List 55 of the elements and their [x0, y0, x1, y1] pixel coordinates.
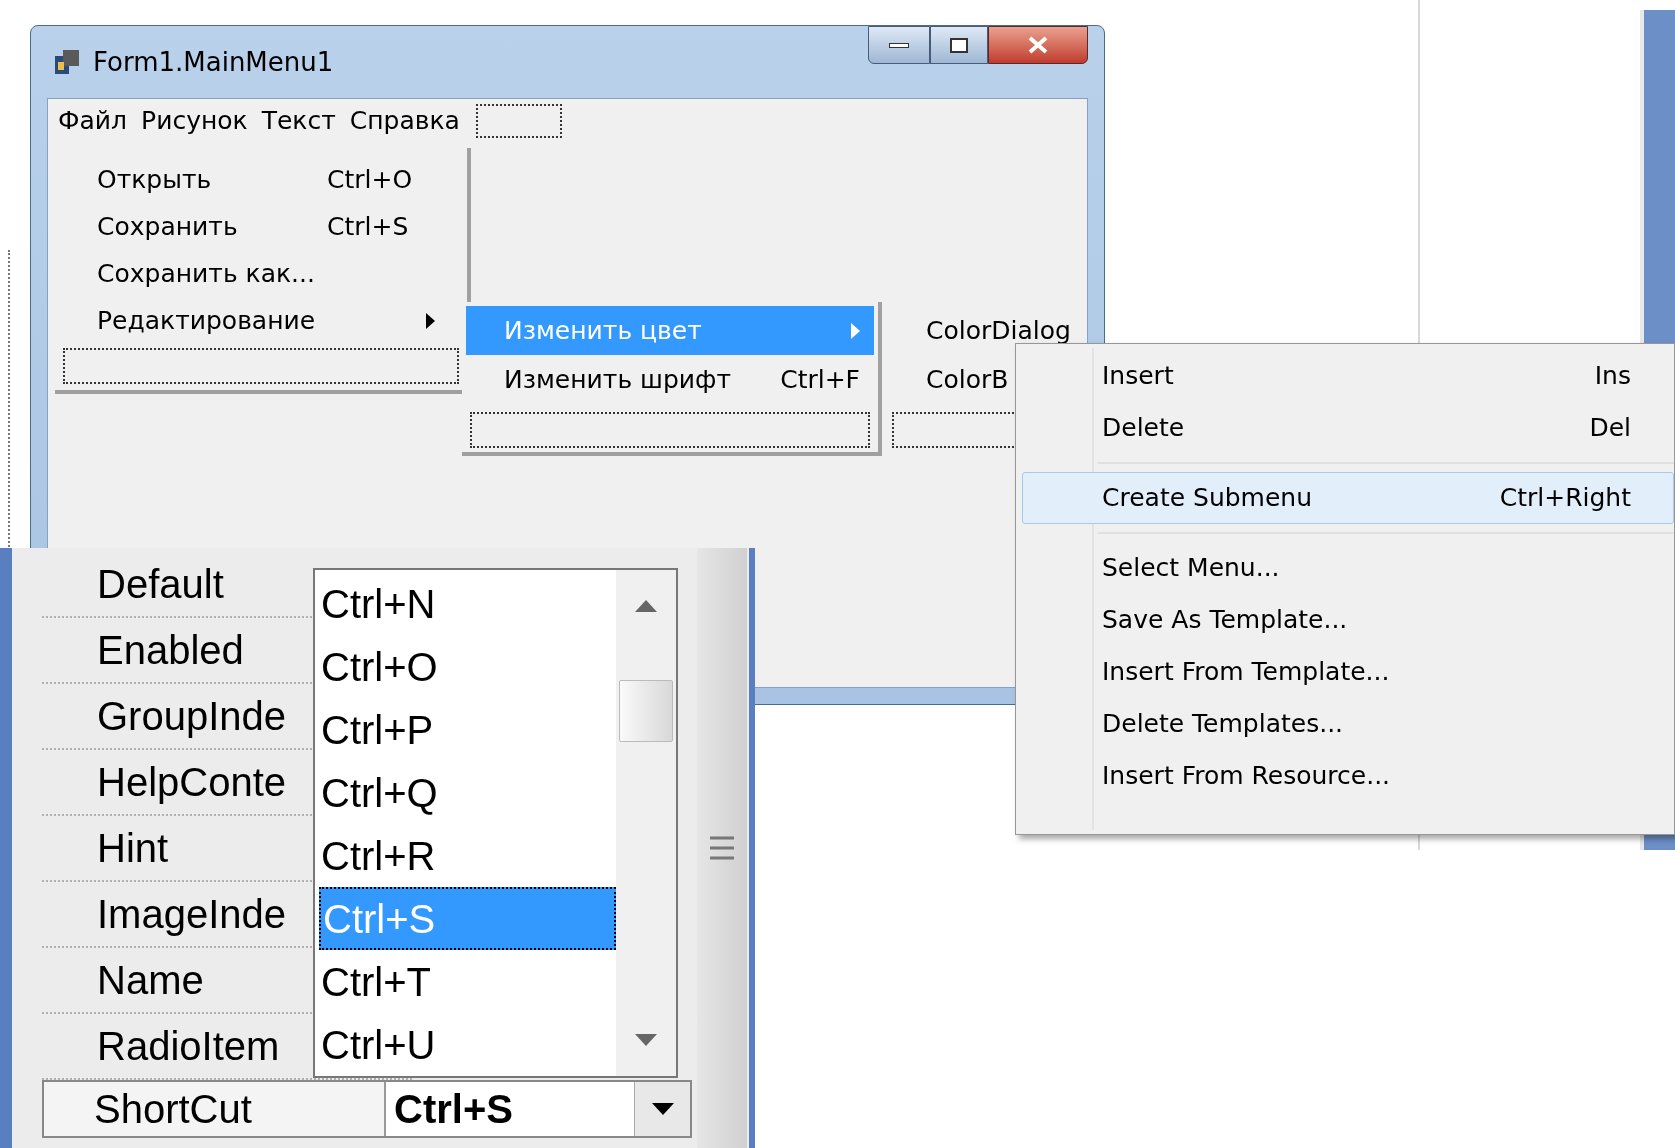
menu-item[interactable]: Delete Del [1022, 402, 1674, 454]
list-option[interactable]: Ctrl+O [319, 635, 616, 698]
close-button[interactable] [988, 26, 1088, 64]
property-value-field[interactable]: Ctrl+S [384, 1082, 634, 1136]
menu-item[interactable]: ColorDialog [926, 311, 1071, 350]
menu-bar-item[interactable]: Рисунок [141, 102, 248, 140]
property-name[interactable]: ImageInde [97, 884, 287, 944]
property-name[interactable]: Hint [97, 818, 169, 878]
menu-bar-item[interactable]: Текст [261, 102, 336, 140]
menu-item[interactable]: Сохранить как... [63, 250, 459, 297]
minimize-icon [889, 42, 909, 48]
scroll-thumb[interactable] [619, 680, 673, 742]
property-name[interactable]: GroupInde [97, 686, 287, 746]
menu-item[interactable]: ColorB [926, 360, 1009, 399]
dropdown-button[interactable] [634, 1082, 690, 1136]
menu-item[interactable]: Save As Template... [1022, 594, 1674, 646]
window-title: Form1.MainMenu1 [93, 45, 334, 79]
menu-bar-item[interactable]: Справка [349, 102, 460, 140]
maximize-icon [950, 37, 968, 53]
app-icon [55, 50, 81, 74]
property-name[interactable]: ShortCut [44, 1079, 384, 1139]
menu-item[interactable]: Изменить шрифт Ctrl+F [466, 355, 874, 404]
property-name[interactable]: HelpConte [97, 752, 286, 812]
scrollbar[interactable] [697, 548, 747, 1148]
property-name[interactable]: RadioItem [97, 1016, 280, 1076]
menu-item[interactable]: Открыть Ctrl+O [63, 156, 459, 203]
list-option[interactable]: Ctrl+T [319, 950, 616, 1013]
caret-icon [651, 1103, 674, 1115]
scrollbar[interactable] [616, 570, 676, 1076]
property-name[interactable]: Enabled [97, 620, 244, 680]
empty-menu-slot[interactable] [63, 348, 459, 384]
menu-item[interactable]: Insert From Resource... [1022, 750, 1674, 802]
menu-item[interactable]: Insert From Template... [1022, 646, 1674, 698]
menu-item[interactable]: Insert Ins [1022, 350, 1674, 402]
minimize-button[interactable] [868, 26, 930, 64]
list-option[interactable]: Ctrl+U [319, 1013, 616, 1076]
menu-bar-item[interactable]: Файл [58, 102, 128, 140]
empty-menu-slot[interactable] [470, 412, 870, 448]
scroll-down-icon [635, 1034, 657, 1046]
list-option[interactable]: Ctrl+P [319, 698, 616, 761]
maximize-button[interactable] [930, 26, 988, 64]
scroll-up-icon [635, 600, 657, 612]
menu-item[interactable]: Delete Templates... [1022, 698, 1674, 750]
close-icon [1028, 36, 1048, 54]
grip-icon [710, 835, 734, 861]
property-name[interactable]: Name [97, 950, 204, 1010]
list-option[interactable]: Ctrl+N [319, 572, 616, 635]
list-option[interactable]: Ctrl+Q [319, 761, 616, 824]
menu-item[interactable]: Create Submenu Ctrl+Right [1022, 472, 1674, 524]
empty-menu-slot[interactable] [475, 104, 562, 138]
property-name[interactable]: Default [97, 554, 224, 614]
menu-item[interactable]: Редактирование [63, 297, 459, 344]
menu-item[interactable]: Select Menu... [1022, 542, 1674, 594]
menu-item[interactable]: Сохранить Ctrl+S [63, 203, 459, 250]
list-option[interactable]: Ctrl+R [319, 824, 616, 887]
